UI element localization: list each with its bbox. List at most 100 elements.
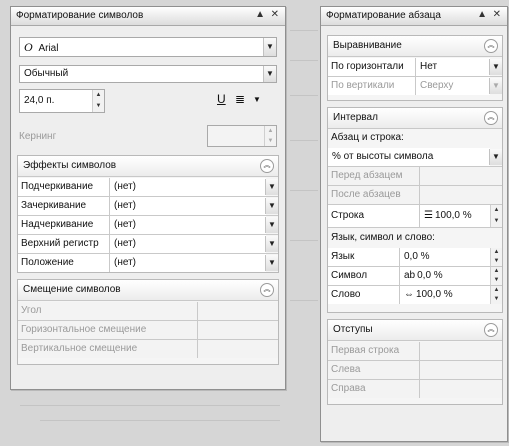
underline-icon[interactable]: U [217,92,226,106]
spinner-arrows-icon[interactable]: ▲ ▼ [490,286,502,304]
offset-header[interactable]: Смещение символов ︽ [18,280,278,301]
char-panel-title: Форматирование символов [16,10,144,21]
line-spacing-field[interactable]: ☰ 100,0 % [420,205,490,227]
chevron-down-icon[interactable]: ▼ [265,236,278,252]
line-spacing-label: Строка [328,205,420,227]
char-spacing-label: Символ [328,267,400,285]
effect-value[interactable]: (нет) [110,178,266,196]
font-style-select[interactable]: Обычный ▼ [19,65,277,83]
offset-row: Угол [18,302,278,321]
offset-label: Вертикальное смещение [18,340,198,358]
indent-value [420,380,502,398]
collapse-icon[interactable]: ︽ [260,283,274,297]
font-style-value: Обычный [24,68,69,79]
spinner-arrows-icon[interactable]: ▲ ▼ [490,267,502,285]
indent-value [420,361,502,379]
char-spacing-value: 0,0 % [417,270,443,281]
panel-menu-icon[interactable]: ▲ [255,9,265,20]
effect-row: Подчеркивание (нет) ▼ [18,178,278,197]
font-size-spinner[interactable]: 24,0 п. ▲ ▼ [19,89,105,113]
chevron-down-icon[interactable]: ▼ [253,95,261,104]
offset-title: Смещение символов [23,284,121,295]
font-size-value: 24,0 п. [24,95,55,106]
chevron-down-icon[interactable]: ▼ [489,59,502,75]
char-spacing-icon: ab [404,270,416,281]
collapse-icon[interactable]: ︽ [484,111,498,125]
alignment-section: Выравнивание ︽ По горизонтали Нет ▼ По в… [327,35,503,101]
spacing-mode-value[interactable]: % от высоты символа [328,148,490,166]
effect-value[interactable]: (нет) [110,197,266,215]
chevron-down-icon[interactable]: ▼ [263,38,276,56]
spacing-mode-row[interactable]: % от высоты символа ▼ [328,148,502,167]
para-panel-titlebar: Форматирование абзаца ▲ ✕ [321,7,507,26]
chevron-down-icon[interactable]: ▼ [265,179,278,195]
panel-menu-icon[interactable]: ▲ [477,9,487,20]
font-name-value: Arial [38,43,59,54]
collapse-icon[interactable]: ︽ [260,159,274,173]
before-para-label: Перед абзацем [328,167,420,185]
close-icon[interactable]: ✕ [493,9,501,20]
align-horizontal-row: По горизонтали Нет ▼ [328,58,502,77]
line-spacing-row: Строка ☰ 100,0 % ▲ ▼ [328,205,502,228]
effect-value[interactable]: (нет) [110,216,266,234]
effects-title: Эффекты символов [23,160,117,171]
kerning-label: Кернинг [19,131,57,142]
indent-row: Справа [328,380,502,398]
before-para-row: Перед абзацем [328,167,502,186]
font-type-icon: O [24,40,33,54]
align-horizontal-value[interactable]: Нет [416,58,490,76]
offset-label: Горизонтальное смещение [18,321,198,339]
effect-row: Верхний регистр (нет) ▼ [18,235,278,254]
effect-value[interactable]: (нет) [110,235,266,253]
word-spacing-field[interactable]: ⇔ 100,0 % [400,286,490,304]
indent-label: Первая строка [328,342,420,360]
offset-value [198,321,278,339]
chevron-down-icon[interactable]: ▼ [265,255,278,271]
language-value[interactable]: 0,0 % [400,248,490,266]
after-para-value [420,186,502,204]
offset-row: Вертикальное смещение [18,340,278,358]
after-para-label: После абзацев [328,186,420,204]
para-panel-title: Форматирование абзаца [326,10,441,21]
spinner-arrows-icon[interactable]: ▲ ▼ [92,90,104,112]
offset-label: Угол [18,302,198,320]
alignment-title: Выравнивание [333,40,402,51]
effect-value[interactable]: (нет) [110,254,266,272]
effect-label: Верхний регистр [18,235,110,253]
collapse-icon[interactable]: ︽ [484,39,498,53]
align-vertical-value: Сверху [416,77,490,95]
effects-header[interactable]: Эффекты символов ︽ [18,156,278,177]
chevron-down-icon[interactable]: ▼ [265,198,278,214]
alignment-header[interactable]: Выравнивание ︽ [328,36,502,57]
spinner-arrows-icon[interactable]: ▲ ▼ [490,205,502,227]
offset-section: Смещение символов ︽ Угол Горизонтальное … [17,279,279,365]
char-format-panel: Форматирование символов ▲ ✕ O Arial ▼ Об… [10,6,286,390]
align-vertical-row: По вертикали Сверху ▼ [328,77,502,95]
para-line-label: Абзац и строка: [331,132,404,143]
char-spacing-field[interactable]: ab 0,0 % [400,267,490,285]
effects-section: Эффекты символов ︽ Подчеркивание (нет) ▼… [17,155,279,273]
word-spacing-value: 100,0 % [416,289,453,300]
collapse-icon[interactable]: ︽ [484,323,498,337]
word-spacing-row: Слово ⇔ 100,0 % ▲ ▼ [328,286,502,304]
after-para-row: После абзацев [328,186,502,205]
chevron-down-icon[interactable]: ▼ [265,217,278,233]
line-spacing-value: 100,0 % [434,210,472,221]
chevron-down-icon[interactable]: ▼ [489,149,502,165]
offset-value [198,302,278,320]
spinner-arrows-icon: ▲ ▼ [264,126,276,146]
close-icon[interactable]: ✕ [271,9,279,20]
indent-row: Слева [328,361,502,380]
effect-row: Надчеркивание (нет) ▼ [18,216,278,235]
spinner-arrows-icon[interactable]: ▲ ▼ [490,248,502,266]
chevron-down-icon[interactable]: ▼ [263,66,276,82]
align-horizontal-label: По горизонтали [328,58,416,76]
indent-row: Первая строка [328,342,502,361]
lang-char-word-label: Язык, символ и слово: [331,232,435,243]
font-name-select[interactable]: O Arial ▼ [19,37,277,57]
indent-label: Справа [328,380,420,398]
indents-header[interactable]: Отступы ︽ [328,320,502,341]
interval-header[interactable]: Интервал ︽ [328,108,502,129]
color-icon[interactable]: ≣ [235,92,245,106]
effect-label: Положение [18,254,110,272]
